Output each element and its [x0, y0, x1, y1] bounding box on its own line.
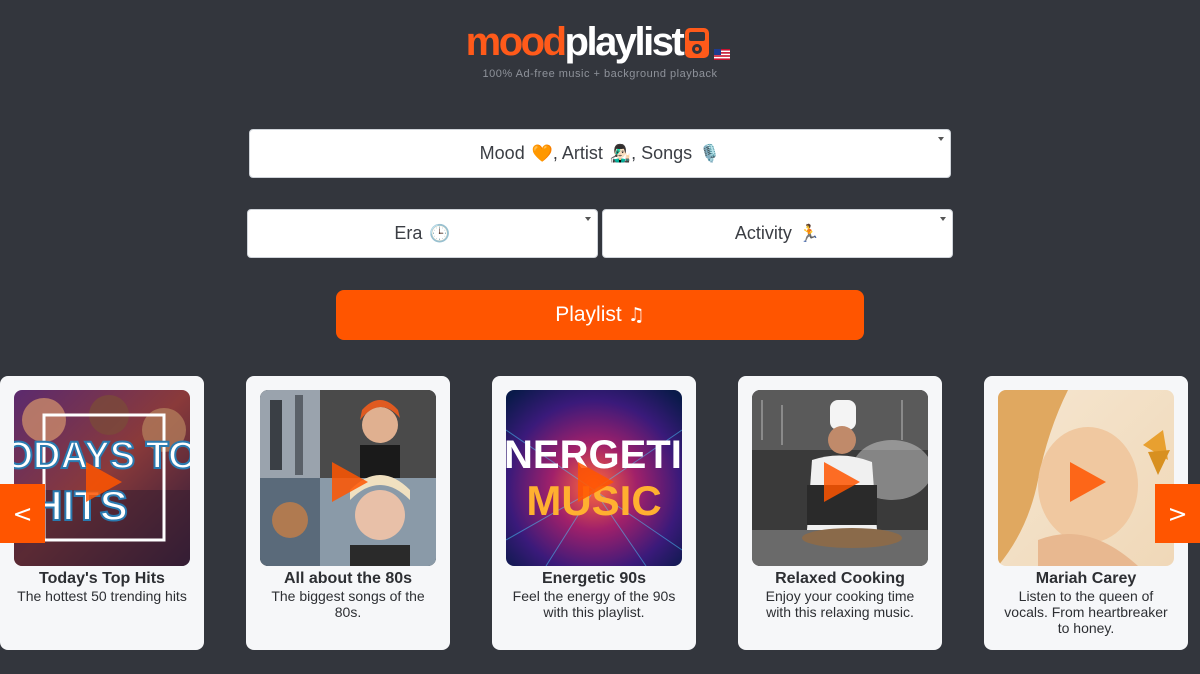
playlist-card-relaxed-cooking[interactable]: Relaxed Cooking Enjoy your cooking time …	[738, 376, 942, 650]
card-title: Today's Top Hits	[39, 570, 165, 587]
play-icon[interactable]	[572, 460, 616, 504]
card-description: Feel the energy of the 90s with this pla…	[512, 588, 676, 620]
play-icon[interactable]	[1064, 460, 1108, 504]
card-title: Mariah Carey	[1035, 570, 1137, 587]
tagline: 100% Ad-free music + background playback	[482, 68, 718, 80]
us-flag-icon[interactable]	[714, 47, 731, 60]
chevron-down-icon	[940, 217, 946, 221]
card-description: The hottest 50 trending hits	[17, 588, 187, 604]
playlist-card-80s[interactable]: All about the 80s The biggest songs of t…	[246, 376, 450, 650]
card-title: Relaxed Cooking	[775, 570, 905, 587]
logo[interactable]: mood playlist	[0, 20, 1200, 70]
mood-artist-songs-select[interactable]: Mood 🧡, Artist 👨🏻‍🎤, Songs 🎙️	[249, 129, 951, 178]
card-description: The biggest songs of the 80s.	[271, 588, 425, 620]
mp3-player-icon	[683, 27, 711, 59]
activity-select-label: Activity	[734, 223, 792, 243]
playlist-button-label: Playlist	[555, 303, 622, 326]
play-icon[interactable]	[818, 460, 862, 504]
playlist-button[interactable]: Playlist ♫	[336, 290, 864, 340]
card-description: Enjoy your cooking time with this relaxi…	[765, 588, 915, 620]
chevron-down-icon	[585, 217, 591, 221]
chevron-down-icon	[938, 137, 944, 141]
singer-icon: 👨🏻‍🎤	[609, 143, 632, 164]
mood-select-artist-label: , Artist	[552, 143, 603, 163]
music-note-icon: ♫	[627, 304, 645, 326]
mood-select-label: Mood	[479, 143, 525, 163]
play-icon[interactable]	[80, 460, 124, 504]
card-description: Listen to the queen of vocals. From hear…	[1004, 588, 1168, 636]
clock-icon: 🕒	[429, 223, 451, 244]
era-select-label: Era	[394, 223, 423, 243]
orange-heart-icon: 🧡	[531, 143, 553, 164]
era-select[interactable]: Era 🕒	[247, 209, 598, 258]
activity-select[interactable]: Activity 🏃	[602, 209, 953, 258]
logo-playlist-text: playlist	[564, 20, 685, 64]
card-title: All about the 80s	[283, 570, 413, 587]
logo-mood-text: mood	[465, 20, 567, 64]
carousel-next-button[interactable]: >	[1155, 484, 1200, 543]
card-title: Energetic 90s	[541, 570, 647, 587]
playlist-card-energetic-90s[interactable]: ENERGETIC MUSIC Energetic 90s Feel the e…	[492, 376, 696, 650]
mood-select-songs-label: , Songs	[631, 143, 693, 163]
play-icon[interactable]	[326, 460, 370, 504]
microphone-icon: 🎙️	[699, 143, 721, 164]
carousel-prev-button[interactable]: <	[0, 484, 45, 543]
runner-icon: 🏃	[798, 223, 821, 244]
